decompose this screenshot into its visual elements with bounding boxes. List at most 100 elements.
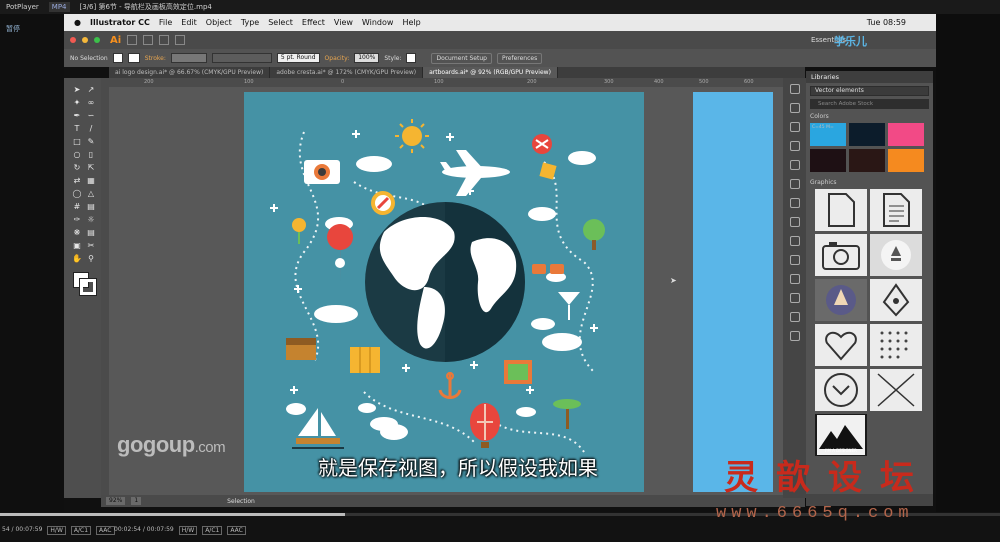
shape-builder-icon[interactable]: ◯ bbox=[71, 188, 83, 200]
gradient-icon[interactable]: ▤ bbox=[85, 201, 97, 213]
bridge-icon[interactable] bbox=[127, 35, 138, 45]
stroke-swatch[interactable] bbox=[127, 53, 140, 63]
perspective-icon[interactable]: △ bbox=[85, 188, 97, 200]
eyedropper-icon[interactable]: ✑ bbox=[71, 214, 83, 226]
menu-view[interactable]: View bbox=[334, 18, 353, 27]
artboard-tool-icon[interactable]: ▣ bbox=[71, 240, 83, 252]
rectangle-tool-icon[interactable]: □ bbox=[71, 136, 83, 148]
opacity-label[interactable]: Opacity: bbox=[325, 55, 350, 62]
menu-clock[interactable]: Tue 08:59 bbox=[867, 18, 906, 27]
preferences-button[interactable]: Preferences bbox=[496, 52, 543, 64]
symbol-sprayer-icon[interactable]: ❋ bbox=[71, 227, 83, 239]
variable-width-field[interactable] bbox=[211, 53, 272, 63]
opacity-field[interactable]: 100% bbox=[354, 53, 380, 63]
graphic-styles-icon[interactable] bbox=[789, 179, 800, 189]
rotate-icon[interactable]: ↻ bbox=[71, 162, 83, 174]
lasso-icon[interactable]: ∞ bbox=[85, 97, 97, 109]
direct-selection-tool-icon[interactable]: ↗ bbox=[85, 84, 97, 96]
menu-object[interactable]: Object bbox=[206, 18, 232, 27]
mesh-icon[interactable]: # bbox=[71, 201, 83, 213]
zoom-field[interactable]: 92% bbox=[106, 497, 126, 505]
camera-graphic[interactable] bbox=[815, 234, 867, 276]
artboard-number-field[interactable]: 1 bbox=[131, 497, 142, 505]
symbols-panel-icon[interactable] bbox=[789, 236, 800, 246]
selection-tool-icon[interactable]: ➤ bbox=[71, 84, 83, 96]
drop-graphic[interactable] bbox=[870, 234, 922, 276]
menu-window[interactable]: Window bbox=[362, 18, 394, 27]
document-setup-button[interactable]: Document Setup bbox=[431, 52, 492, 64]
send-icon[interactable] bbox=[175, 35, 186, 45]
tab-ai-logo-design[interactable]: ai logo design.ai* @ 66.67% (CMYK/GPU Pr… bbox=[109, 67, 271, 78]
brushes-panel-icon[interactable] bbox=[789, 217, 800, 227]
arrange-icon[interactable] bbox=[159, 35, 170, 45]
align-panel-icon[interactable] bbox=[789, 255, 800, 265]
menu-file[interactable]: File bbox=[159, 18, 172, 27]
magic-wand-icon[interactable]: ✦ bbox=[71, 97, 83, 109]
zoom-tool-icon[interactable]: ⚲ bbox=[85, 253, 97, 265]
style-swatch[interactable] bbox=[406, 53, 417, 63]
menu-edit[interactable]: Edit bbox=[181, 18, 197, 27]
hand-tool-icon[interactable]: ✋ bbox=[71, 253, 83, 265]
stroke-panel-icon[interactable] bbox=[789, 103, 800, 113]
cross-box-graphic[interactable] bbox=[870, 369, 922, 411]
slice-icon[interactable]: ✂ bbox=[85, 240, 97, 252]
pen-tool-icon[interactable]: ✒ bbox=[71, 110, 83, 122]
width-tool-icon[interactable]: ⇄ bbox=[71, 175, 83, 187]
pathfinder-icon[interactable] bbox=[789, 274, 800, 284]
transform-panel-icon[interactable] bbox=[789, 293, 800, 303]
color-swatch[interactable] bbox=[888, 123, 924, 146]
fill-stroke-widget[interactable] bbox=[71, 270, 97, 296]
swatches-panel-icon[interactable] bbox=[789, 198, 800, 208]
stroke-weight-field[interactable] bbox=[170, 53, 207, 63]
dots-pattern-graphic[interactable] bbox=[870, 324, 922, 366]
layers-panel-icon[interactable] bbox=[789, 312, 800, 322]
artboard-secondary[interactable] bbox=[693, 92, 773, 492]
color-swatch[interactable] bbox=[888, 149, 924, 172]
transparency-panel-icon[interactable] bbox=[789, 141, 800, 151]
document-graphic[interactable] bbox=[815, 189, 867, 231]
shaper-icon[interactable]: ○ bbox=[71, 149, 83, 161]
blend-icon[interactable]: ☼ bbox=[85, 214, 97, 226]
fill-swatch[interactable] bbox=[112, 53, 123, 63]
brush-field[interactable]: 5 pt. Round bbox=[276, 53, 320, 63]
color-swatch[interactable] bbox=[849, 149, 885, 172]
paintbrush-icon[interactable]: ✎ bbox=[85, 136, 97, 148]
tab-adobe-cresta[interactable]: adobe cresta.ai* @ 172% (CMYK/GPU Previe… bbox=[270, 67, 424, 78]
stock-icon[interactable] bbox=[143, 35, 154, 45]
menu-help[interactable]: Help bbox=[402, 18, 420, 27]
libraries-panel-title[interactable]: Libraries bbox=[806, 71, 933, 83]
stock-search-input[interactable]: Search Adobe Stock bbox=[810, 99, 929, 109]
line-tool-icon[interactable]: / bbox=[85, 123, 97, 135]
heart-graphic[interactable] bbox=[815, 324, 867, 366]
scale-icon[interactable]: ⇱ bbox=[85, 162, 97, 174]
artboard-main[interactable] bbox=[244, 92, 644, 492]
color-panel-icon[interactable] bbox=[789, 84, 800, 94]
pen-badge-graphic[interactable] bbox=[815, 279, 867, 321]
appearance-panel-icon[interactable] bbox=[789, 160, 800, 170]
color-swatch[interactable]: C=45 M= bbox=[810, 123, 846, 146]
minimize-icon[interactable] bbox=[82, 37, 88, 43]
curvature-icon[interactable]: ∽ bbox=[85, 110, 97, 122]
color-swatch[interactable] bbox=[810, 149, 846, 172]
player-app-name[interactable]: PotPlayer bbox=[6, 0, 39, 14]
menu-app-name[interactable]: Illustrator CC bbox=[90, 18, 150, 27]
vertical-ruler[interactable] bbox=[101, 78, 109, 498]
text-document-graphic[interactable] bbox=[870, 189, 922, 231]
chevron-circle-graphic[interactable] bbox=[815, 369, 867, 411]
eraser-icon[interactable]: ▯ bbox=[85, 149, 97, 161]
menu-effect[interactable]: Effect bbox=[302, 18, 325, 27]
apple-icon[interactable]: ● bbox=[74, 18, 81, 27]
pen-nib-graphic[interactable] bbox=[870, 279, 922, 321]
horizontal-ruler[interactable]: 200 100 0 100 200 300 400 500 600 1800 bbox=[109, 78, 805, 87]
menu-select[interactable]: Select bbox=[268, 18, 293, 27]
gradient-panel-icon[interactable] bbox=[789, 122, 800, 132]
stroke-label[interactable]: Stroke: bbox=[145, 55, 166, 62]
type-tool-icon[interactable]: T bbox=[71, 123, 83, 135]
close-icon[interactable] bbox=[70, 37, 76, 43]
library-dropdown[interactable]: Vector elements bbox=[810, 86, 929, 96]
artboards-panel-icon[interactable] bbox=[789, 331, 800, 341]
zoom-icon[interactable] bbox=[94, 37, 100, 43]
color-swatch[interactable] bbox=[849, 123, 885, 146]
graph-tool-icon[interactable]: ▤ bbox=[85, 227, 97, 239]
menu-type[interactable]: Type bbox=[241, 18, 259, 27]
